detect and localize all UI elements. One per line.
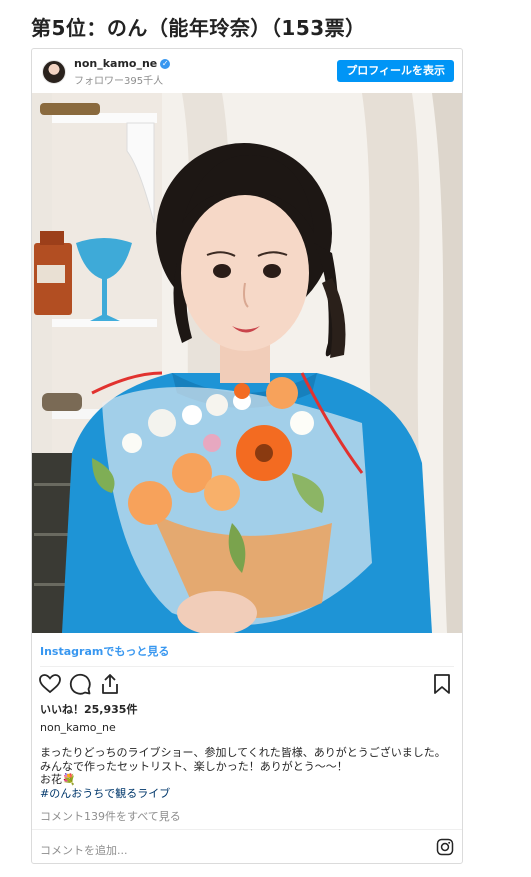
username-row[interactable]: non_kamo_ne ✓: [74, 57, 171, 70]
instagram-logo-icon[interactable]: [436, 838, 454, 856]
post-header: non_kamo_ne ✓ フォロワー395千人 プロフィールを表示: [32, 49, 462, 93]
verified-badge-icon: ✓: [160, 59, 171, 69]
avatar[interactable]: [42, 60, 66, 84]
caption-line: みんなで作ったセットリスト、楽しかった！ありがとう〜〜！: [40, 759, 348, 773]
instagram-more-link[interactable]: Instagramでもっと見る: [40, 643, 169, 659]
heart-icon[interactable]: [38, 672, 62, 696]
add-comment-field[interactable]: コメントを追加...: [40, 842, 128, 858]
photo-illustration: [32, 93, 462, 633]
divider: [40, 666, 454, 667]
page-heading: 第5位：のん（能年玲奈）（153票）: [31, 16, 366, 40]
share-icon[interactable]: [98, 672, 122, 696]
post-photo[interactable]: [32, 93, 462, 633]
like-count[interactable]: いいね！25,935件: [40, 701, 137, 717]
username[interactable]: non_kamo_ne: [74, 57, 157, 70]
instagram-embed-card: non_kamo_ne ✓ フォロワー395千人 プロフィールを表示 Insta…: [31, 48, 463, 864]
divider: [32, 829, 462, 830]
bookmark-icon[interactable]: [430, 672, 454, 696]
caption: まったりどっちのライブショー、参加してくれた皆様、ありがとうございました。 みん…: [40, 746, 456, 800]
follower-count: フォロワー395千人: [74, 76, 164, 87]
view-all-comments-link[interactable]: コメント139件をすべて見る: [40, 808, 181, 824]
hashtag-link[interactable]: #のんおうちで観るライブ: [40, 787, 456, 801]
action-bar: [38, 672, 454, 698]
caption-line: まったりどっちのライブショー、参加してくれた皆様、ありがとうございました。: [40, 746, 446, 759]
comment-bubble-icon[interactable]: [68, 672, 92, 696]
view-profile-button[interactable]: プロフィールを表示: [337, 60, 454, 82]
caption-line: お花💐: [40, 773, 76, 786]
caption-author[interactable]: non_kamo_ne: [40, 721, 116, 734]
